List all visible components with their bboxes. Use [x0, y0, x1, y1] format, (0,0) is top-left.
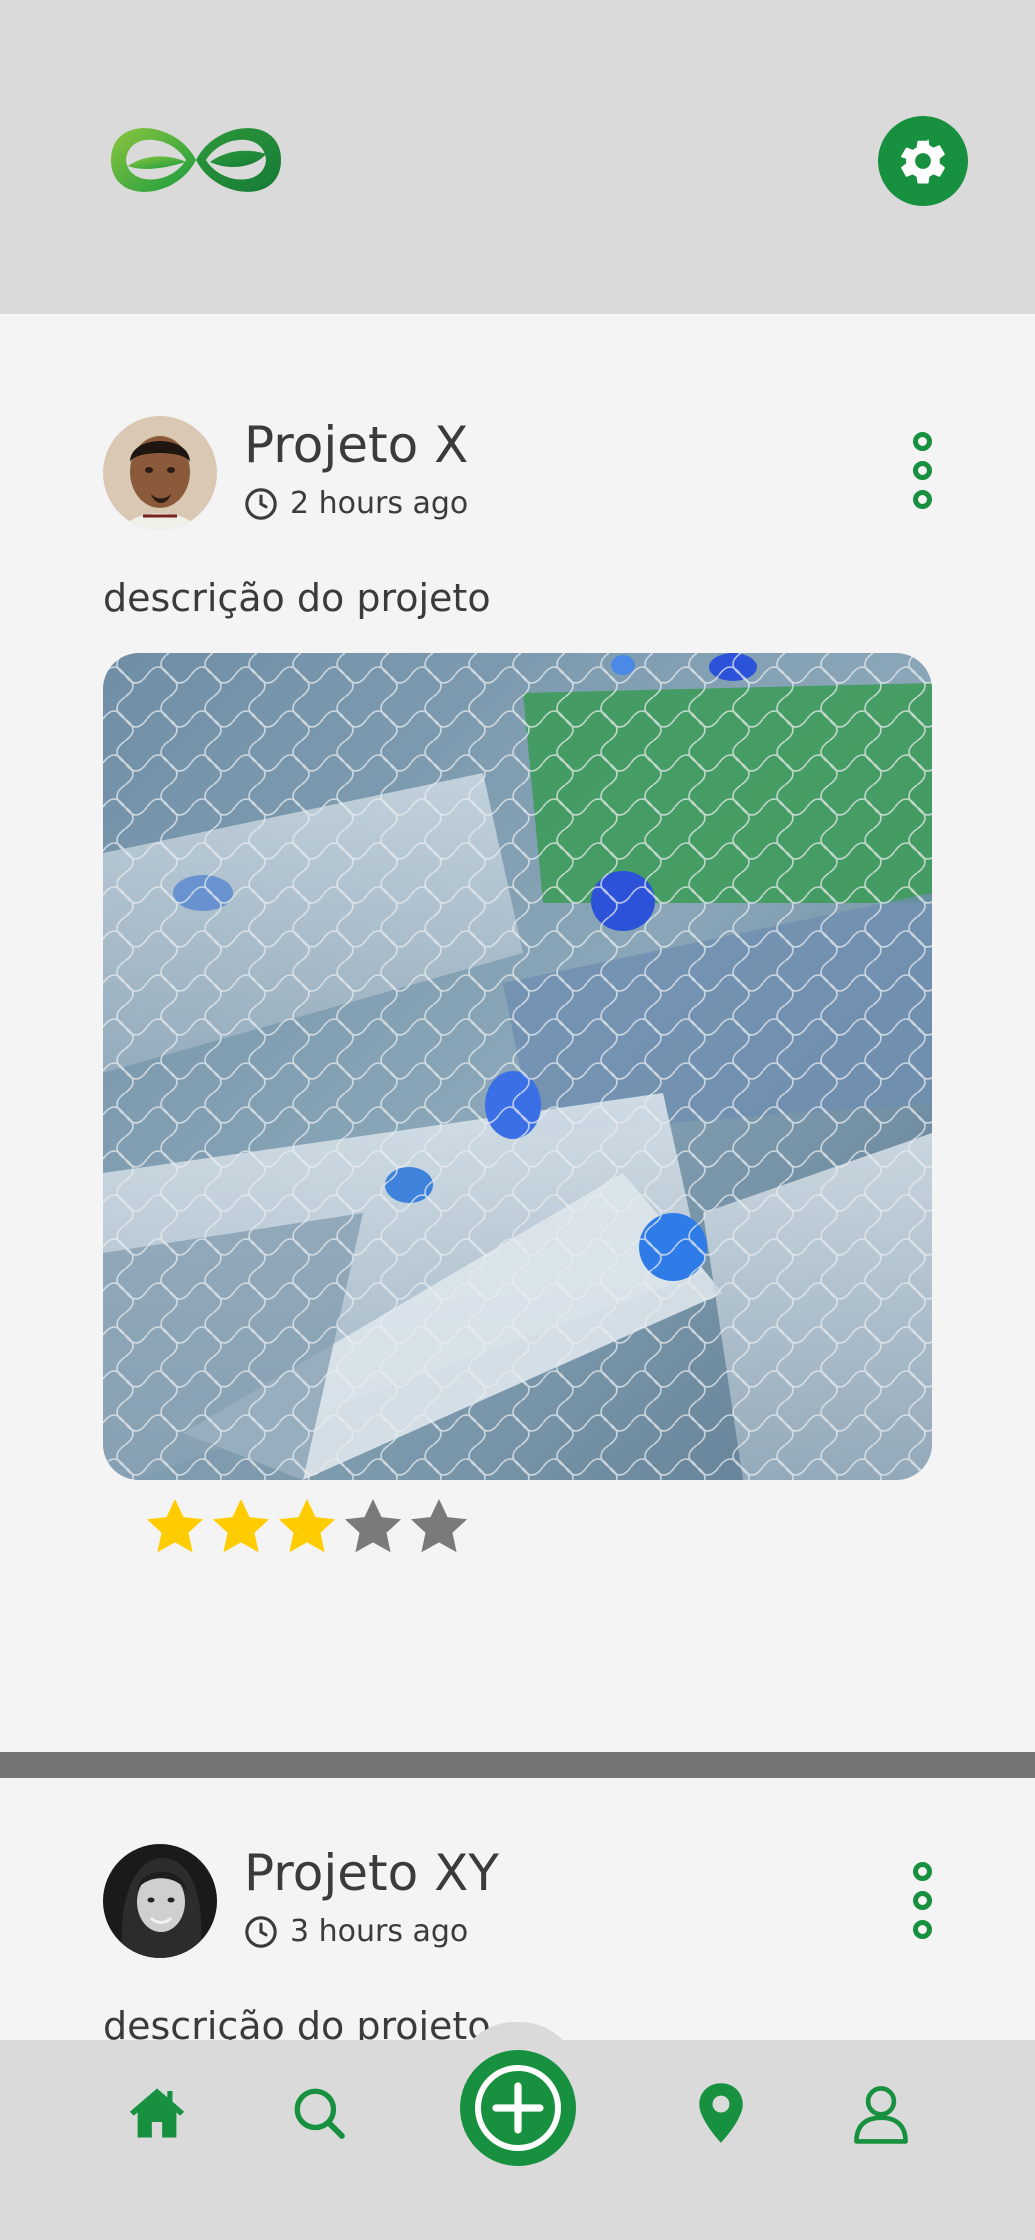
avatar[interactable] — [103, 416, 217, 530]
post-description: descrição do projeto — [103, 576, 491, 620]
app-logo[interactable] — [106, 110, 286, 210]
nav-home-button[interactable] — [124, 2080, 190, 2146]
dot-icon — [913, 1920, 932, 1939]
post-title[interactable]: Projeto XY — [244, 1844, 499, 1902]
post-time-text: 3 hours ago — [290, 1914, 469, 1949]
post-card: Projeto XY 3 hours ago descrição do proj… — [0, 1778, 1035, 2048]
gear-icon — [901, 139, 945, 184]
star-empty-icon[interactable] — [340, 1494, 406, 1560]
post-divider — [0, 1752, 1035, 1778]
profile-icon — [854, 2086, 908, 2144]
home-icon — [129, 2088, 185, 2138]
post-title[interactable]: Projeto X — [244, 416, 468, 474]
star-filled-icon[interactable] — [208, 1494, 274, 1560]
post-image[interactable] — [103, 653, 932, 1480]
post-time: 3 hours ago — [244, 1914, 468, 1949]
app-header — [0, 0, 1035, 314]
dot-icon — [913, 461, 932, 480]
dot-icon — [913, 1891, 932, 1910]
search-icon — [294, 2088, 345, 2139]
star-empty-icon[interactable] — [406, 1494, 472, 1560]
post-card: Projeto X 2 hours ago descrição do proje… — [0, 314, 1035, 1752]
post-time: 2 hours ago — [244, 486, 468, 521]
location-icon — [699, 2083, 743, 2143]
star-filled-icon[interactable] — [274, 1494, 340, 1560]
avatar[interactable] — [103, 1844, 217, 1958]
star-filled-icon[interactable] — [142, 1494, 208, 1560]
add-icon — [475, 2065, 561, 2151]
nav-search-button[interactable] — [286, 2080, 352, 2146]
add-project-button[interactable] — [460, 2050, 576, 2166]
clock-icon — [245, 487, 277, 520]
more-options-button[interactable] — [902, 432, 944, 522]
bottom-navigation — [0, 2022, 1035, 2240]
settings-button[interactable] — [878, 116, 968, 206]
dot-icon — [913, 1862, 932, 1881]
rating-stars[interactable] — [142, 1494, 472, 1560]
nav-profile-button[interactable] — [846, 2078, 916, 2148]
clock-icon — [245, 1915, 277, 1948]
post-time-text: 2 hours ago — [290, 486, 469, 521]
dot-icon — [913, 432, 932, 451]
more-options-button[interactable] — [902, 1862, 944, 1952]
dot-icon — [913, 490, 932, 509]
nav-map-button[interactable] — [688, 2078, 754, 2148]
